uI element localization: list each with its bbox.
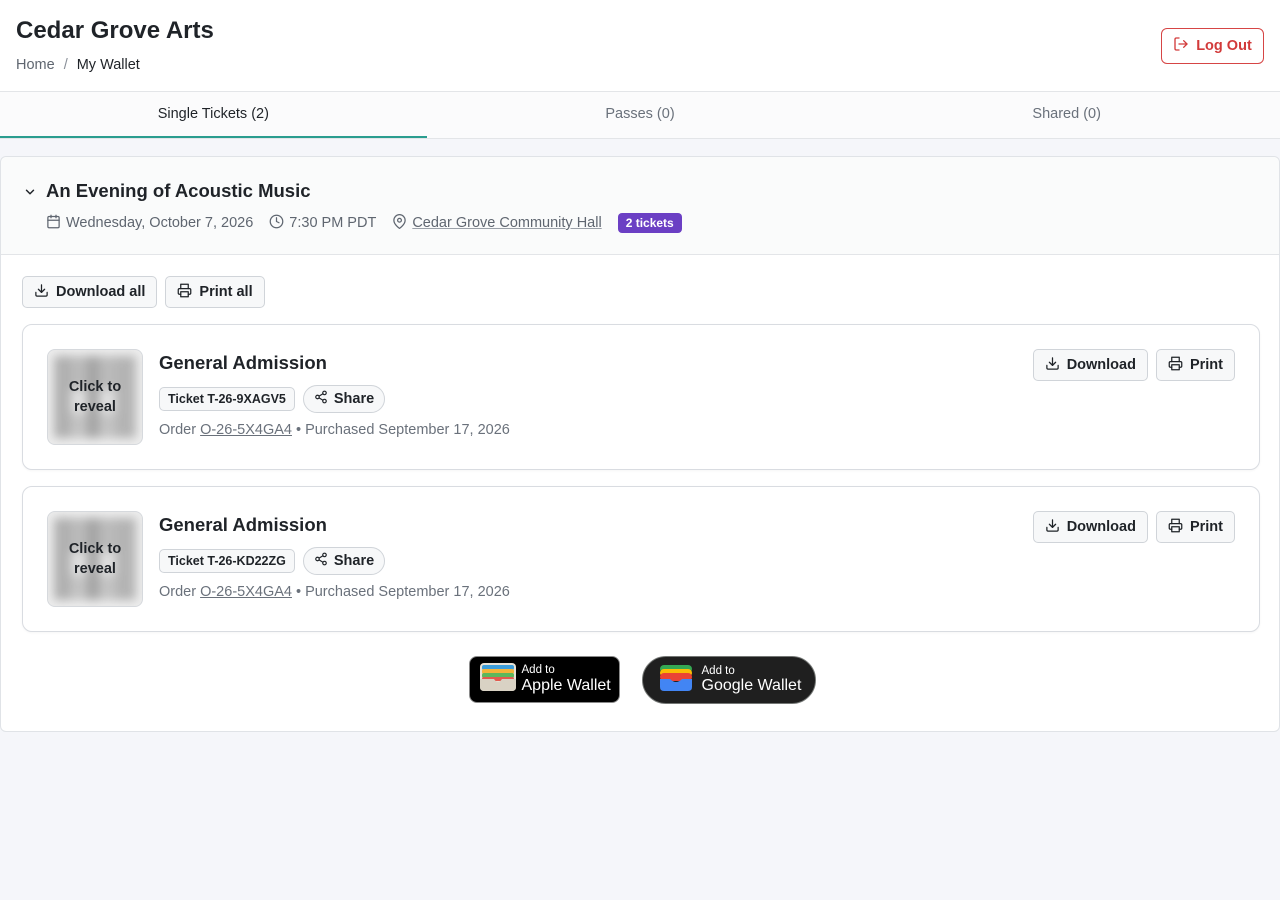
ticket-order-info: Order O-26-5X4GA4 • Purchased September …	[159, 422, 510, 438]
event-header[interactable]: An Evening of Acoustic Music Wednesday, …	[1, 157, 1279, 255]
ticket-tags: Ticket T-26-9XAGV5 Share	[159, 385, 386, 413]
order-prefix: Order	[159, 422, 197, 438]
ticket-title: General Admission	[159, 514, 327, 535]
qr-reveal-button[interactable]: Click to reveal	[47, 349, 143, 445]
print-label: Print	[1189, 357, 1223, 373]
ticket-id-badge: Ticket T-26-9XAGV5	[159, 387, 295, 411]
calendar-icon	[46, 214, 61, 233]
apple-wallet-small: Add to	[521, 664, 555, 677]
download-icon	[1045, 518, 1060, 537]
google-wallet-small: Add to	[701, 664, 735, 677]
print-button[interactable]: Print	[1155, 511, 1235, 543]
ticket-actions: Download Print	[1032, 349, 1235, 381]
ticket-title: General Admission	[159, 352, 327, 373]
apple-wallet-icon	[479, 663, 516, 696]
ticket-tags: Ticket T-26-KD22ZG Share	[159, 547, 386, 575]
breadcrumb-home-link[interactable]: Home	[16, 57, 55, 73]
event-venue: Cedar Grove Community Hall	[392, 213, 602, 233]
purchase-date: • Purchased September 17, 2026	[295, 584, 510, 600]
map-pin-icon	[392, 213, 407, 233]
event-date-text: Wednesday, October 7, 2026	[66, 215, 254, 231]
ticket-order-info: Order O-26-5X4GA4 • Purchased September …	[159, 584, 510, 600]
google-wallet-text: Add to Google Wallet	[701, 664, 802, 695]
reveal-label: Click to reveal	[68, 379, 122, 415]
download-button[interactable]: Download	[1032, 511, 1148, 543]
app-header: Cedar Grove Arts Home / My Wallet Log Ou…	[0, 0, 1280, 92]
google-wallet-big: Google Wallet	[701, 677, 802, 695]
tab-passes[interactable]: Passes (0)	[427, 92, 854, 138]
logout-label: Log Out	[1196, 38, 1252, 54]
print-button[interactable]: Print	[1155, 349, 1235, 381]
order-prefix: Order	[159, 584, 197, 600]
chevron-down-icon[interactable]	[23, 185, 37, 204]
order-link[interactable]: O-26-5X4GA4	[200, 584, 292, 600]
event-title: An Evening of Acoustic Music	[46, 180, 311, 201]
download-button[interactable]: Download	[1032, 349, 1148, 381]
event-meta: Wednesday, October 7, 2026 7:30 PM PDT C…	[46, 213, 682, 233]
event-time: 7:30 PM PDT	[269, 214, 376, 233]
printer-icon	[1168, 356, 1183, 375]
ticket-id-badge: Ticket T-26-KD22ZG	[159, 549, 295, 573]
ticket-card: Click to reveal General Admission Ticket…	[22, 324, 1260, 470]
download-all-button[interactable]: Download all	[22, 276, 158, 308]
print-label: Print	[1189, 519, 1223, 535]
event-time-text: 7:30 PM PDT	[289, 215, 377, 231]
share-button[interactable]: Share	[302, 547, 386, 575]
print-all-button[interactable]: Print all	[165, 276, 265, 308]
tab-shared[interactable]: Shared (0)	[853, 92, 1280, 138]
breadcrumb-current: My Wallet	[76, 57, 140, 73]
wallet-tabs: Single Tickets (2) Passes (0) Shared (0)	[0, 92, 1280, 139]
print-all-label: Print all	[199, 284, 253, 300]
tab-single-tickets[interactable]: Single Tickets (2)	[0, 92, 427, 138]
download-label: Download	[1066, 519, 1136, 535]
ticket-count-badge: 2 tickets	[617, 213, 682, 233]
share-icon	[314, 390, 328, 408]
event-card: An Evening of Acoustic Music Wednesday, …	[0, 156, 1280, 732]
download-icon	[34, 283, 49, 302]
qr-reveal-button[interactable]: Click to reveal	[47, 511, 143, 607]
ticket-card: Click to reveal General Admission Ticket…	[22, 486, 1260, 632]
printer-icon	[177, 283, 192, 302]
bulk-actions: Download all Print all	[22, 276, 265, 308]
breadcrumb: Home / My Wallet	[16, 57, 140, 73]
order-link[interactable]: O-26-5X4GA4	[200, 422, 292, 438]
share-button[interactable]: Share	[302, 385, 386, 413]
logout-button[interactable]: Log Out	[1161, 28, 1264, 64]
reveal-label: Click to reveal	[68, 541, 122, 577]
breadcrumb-separator: /	[63, 57, 68, 73]
share-label: Share	[333, 553, 375, 569]
add-to-google-wallet-button[interactable]: Add to Google Wallet	[641, 656, 816, 704]
event-date: Wednesday, October 7, 2026	[46, 214, 253, 233]
purchase-date: • Purchased September 17, 2026	[295, 422, 510, 438]
printer-icon	[1168, 518, 1183, 537]
wallet-buttons: Add to Apple Wallet Add to Google Wallet	[1, 656, 1279, 704]
share-label: Share	[333, 391, 375, 407]
add-to-apple-wallet-button[interactable]: Add to Apple Wallet	[468, 656, 620, 703]
app-title: Cedar Grove Arts	[16, 17, 214, 44]
share-icon	[314, 552, 328, 570]
apple-wallet-text: Add to Apple Wallet	[522, 665, 611, 694]
download-label: Download	[1066, 357, 1136, 373]
google-wallet-icon	[659, 664, 692, 696]
clock-icon	[269, 214, 284, 233]
venue-link[interactable]: Cedar Grove Community Hall	[412, 215, 601, 231]
download-all-label: Download all	[56, 284, 146, 300]
logout-icon	[1173, 36, 1189, 56]
download-icon	[1045, 356, 1060, 375]
apple-wallet-big: Apple Wallet	[521, 676, 611, 694]
ticket-actions: Download Print	[1032, 511, 1235, 543]
